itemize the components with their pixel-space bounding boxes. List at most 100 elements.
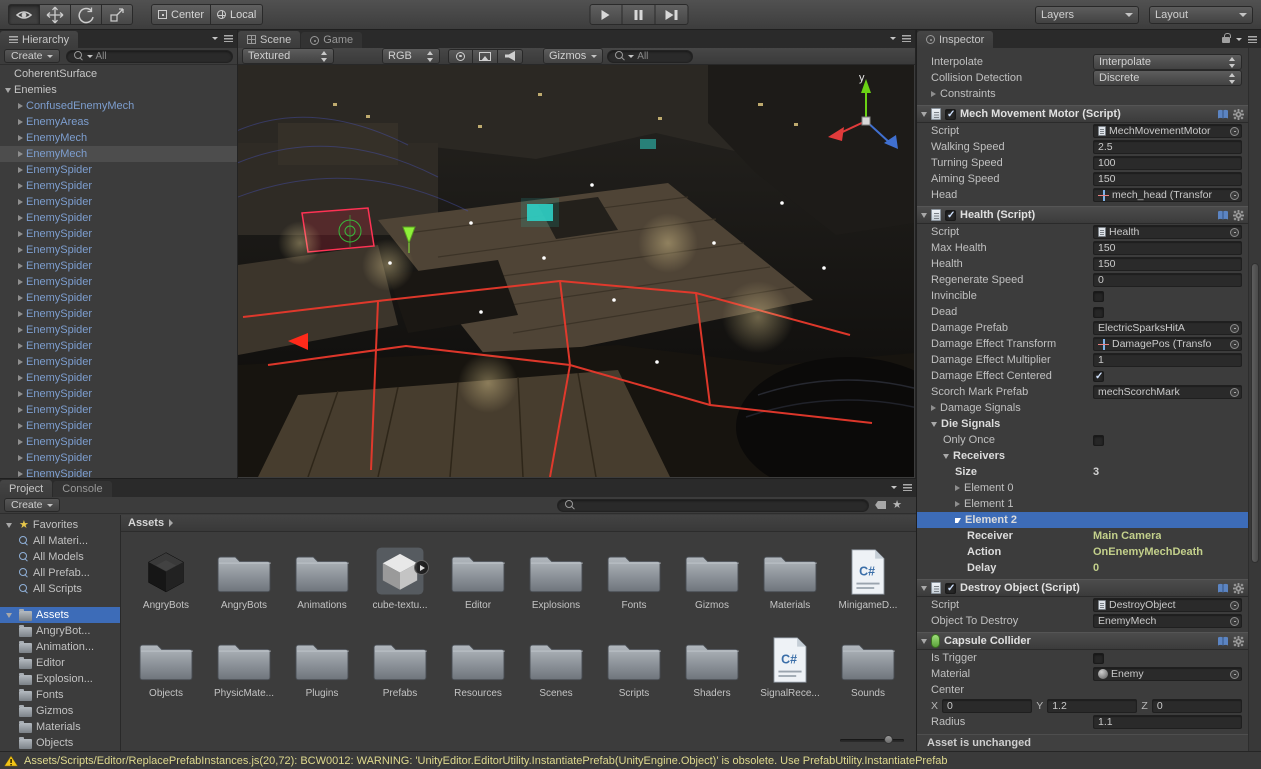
panel-chevron-icon[interactable] — [891, 486, 897, 489]
panel-chevron-icon[interactable] — [1236, 38, 1242, 41]
fold-arrow-icon[interactable] — [18, 407, 23, 413]
help-book-icon[interactable] — [1217, 210, 1229, 221]
component-enabled-checkbox[interactable] — [945, 109, 956, 120]
fold-arrow-icon[interactable] — [18, 199, 23, 205]
object-field[interactable]: DestroyObject — [1093, 598, 1242, 612]
layers-dropdown[interactable]: Layers — [1035, 6, 1139, 24]
hierarchy-item[interactable]: EnemySpider — [0, 322, 237, 338]
checkbox[interactable] — [1093, 307, 1104, 318]
asset-item[interactable]: Explosions — [517, 540, 595, 628]
checkbox[interactable] — [1093, 435, 1104, 446]
fold-arrow-icon[interactable] — [6, 613, 12, 618]
help-book-icon[interactable] — [1217, 109, 1229, 120]
fold-arrow-icon[interactable] — [18, 343, 23, 349]
asset-item[interactable]: Scripts — [595, 628, 673, 716]
audio-toggle[interactable] — [498, 49, 523, 64]
project-tree-item[interactable]: AngryBot... — [0, 623, 120, 639]
hierarchy-item[interactable]: EnemySpider — [0, 226, 237, 242]
status-bar[interactable]: Assets/Scripts/Editor/ReplacePrefabInsta… — [0, 751, 1261, 769]
object-field[interactable]: Health — [1093, 225, 1242, 239]
hierarchy-item[interactable]: EnemySpider — [0, 450, 237, 466]
lock-icon[interactable] — [1222, 37, 1230, 43]
asset-item[interactable]: cube-textu... — [361, 540, 439, 628]
enum-dropdown[interactable]: Discrete — [1093, 70, 1242, 86]
inspector-row[interactable]: Element 2 — [917, 512, 1248, 528]
hierarchy-item[interactable]: EnemySpider — [0, 338, 237, 354]
value-field[interactable]: 150 — [1093, 257, 1242, 271]
favorites-filter-icon[interactable]: ★ — [892, 500, 902, 510]
fold-arrow-icon[interactable] — [18, 135, 23, 141]
asset-item[interactable]: AngryBots — [205, 540, 283, 628]
checkbox[interactable] — [1093, 371, 1104, 382]
panel-menu-icon[interactable] — [1248, 36, 1257, 43]
object-field[interactable]: MechMovementMotor — [1093, 124, 1242, 138]
icon-size-slider[interactable] — [840, 735, 904, 745]
hierarchy-item[interactable]: ConfusedEnemyMech — [0, 98, 237, 114]
asset-item[interactable]: AngryBots — [127, 540, 205, 628]
object-picker-icon[interactable] — [1230, 127, 1239, 136]
object-picker-icon[interactable] — [1230, 388, 1239, 397]
asset-item[interactable]: Scenes — [517, 628, 595, 716]
component-enabled-checkbox[interactable] — [945, 583, 956, 594]
help-book-icon[interactable] — [1217, 583, 1229, 594]
hierarchy-item[interactable]: EnemySpider — [0, 306, 237, 322]
scene-search-input[interactable]: All — [607, 50, 693, 63]
object-picker-icon[interactable] — [1230, 340, 1239, 349]
asset-item[interactable]: C#MinigameD... — [829, 540, 907, 628]
asset-item[interactable]: Materials — [751, 540, 829, 628]
asset-item[interactable]: Animations — [283, 540, 361, 628]
inspector-row[interactable]: Damage Signals — [917, 400, 1248, 416]
inspector-row[interactable]: Element 1 — [917, 496, 1248, 512]
hierarchy-item[interactable]: EnemySpider — [0, 290, 237, 306]
object-field[interactable]: DamagePos (Transfo — [1093, 337, 1242, 351]
fold-arrow-icon[interactable] — [18, 183, 23, 189]
project-tree-item[interactable]: Gizmos — [0, 703, 120, 719]
project-tree-item[interactable]: Explosion... — [0, 671, 120, 687]
object-picker-icon[interactable] — [1230, 617, 1239, 626]
view-tool-button[interactable] — [8, 4, 40, 25]
fold-arrow-icon[interactable] — [18, 231, 23, 237]
tab-scene[interactable]: Scene — [238, 31, 300, 48]
axis-field[interactable]: 0 — [942, 699, 1032, 713]
checkbox[interactable] — [1093, 653, 1104, 664]
hierarchy-item[interactable]: CoherentSurface — [0, 66, 237, 82]
gear-icon[interactable] — [1233, 583, 1244, 594]
fold-arrow-icon[interactable] — [18, 151, 23, 157]
preview-play-icon[interactable] — [414, 560, 429, 575]
hierarchy-item[interactable]: EnemyAreas — [0, 114, 237, 130]
fold-arrow-icon[interactable] — [5, 88, 11, 93]
move-tool-button[interactable] — [40, 4, 71, 25]
fold-arrow-icon[interactable] — [931, 405, 936, 411]
asset-item[interactable]: C#SignalRece... — [751, 628, 829, 716]
gear-icon[interactable] — [1233, 109, 1244, 120]
component-header[interactable]: Capsule Collider — [917, 632, 1248, 650]
pause-button[interactable] — [622, 4, 655, 25]
tab-inspector[interactable]: Inspector — [917, 31, 993, 48]
asset-item[interactable]: Editor — [439, 540, 517, 628]
project-tree-item[interactable]: Animation... — [0, 639, 120, 655]
fold-arrow-icon[interactable] — [931, 91, 936, 97]
asset-item[interactable]: PhysicMate... — [205, 628, 283, 716]
fold-arrow-icon[interactable] — [18, 423, 23, 429]
asset-item[interactable]: Gizmos — [673, 540, 751, 628]
fold-arrow-icon[interactable] — [18, 311, 23, 317]
gear-icon[interactable] — [1233, 636, 1244, 647]
component-header[interactable]: Mech Movement Motor (Script) — [917, 105, 1248, 123]
fold-arrow-icon[interactable] — [921, 213, 927, 218]
scene-lighting-toggle[interactable] — [448, 49, 473, 64]
fold-arrow-icon[interactable] — [921, 112, 927, 117]
fold-arrow-icon[interactable] — [18, 167, 23, 173]
hierarchy-item[interactable]: EnemySpider — [0, 258, 237, 274]
inspector-row[interactable]: Die Signals — [917, 416, 1248, 432]
hierarchy-item[interactable]: EnemySpider — [0, 466, 237, 478]
object-picker-icon[interactable] — [1230, 670, 1239, 679]
asset-item[interactable]: Objects — [127, 628, 205, 716]
hierarchy-item[interactable]: EnemySpider — [0, 274, 237, 290]
hierarchy-item[interactable]: EnemySpider — [0, 386, 237, 402]
asset-item[interactable]: Prefabs — [361, 628, 439, 716]
component-header[interactable]: Destroy Object (Script) — [917, 579, 1248, 597]
fold-arrow-icon[interactable] — [931, 422, 937, 427]
panel-chevron-icon[interactable] — [890, 37, 896, 40]
hierarchy-item[interactable]: EnemySpider — [0, 434, 237, 450]
scrollbar-thumb[interactable] — [1251, 263, 1259, 563]
